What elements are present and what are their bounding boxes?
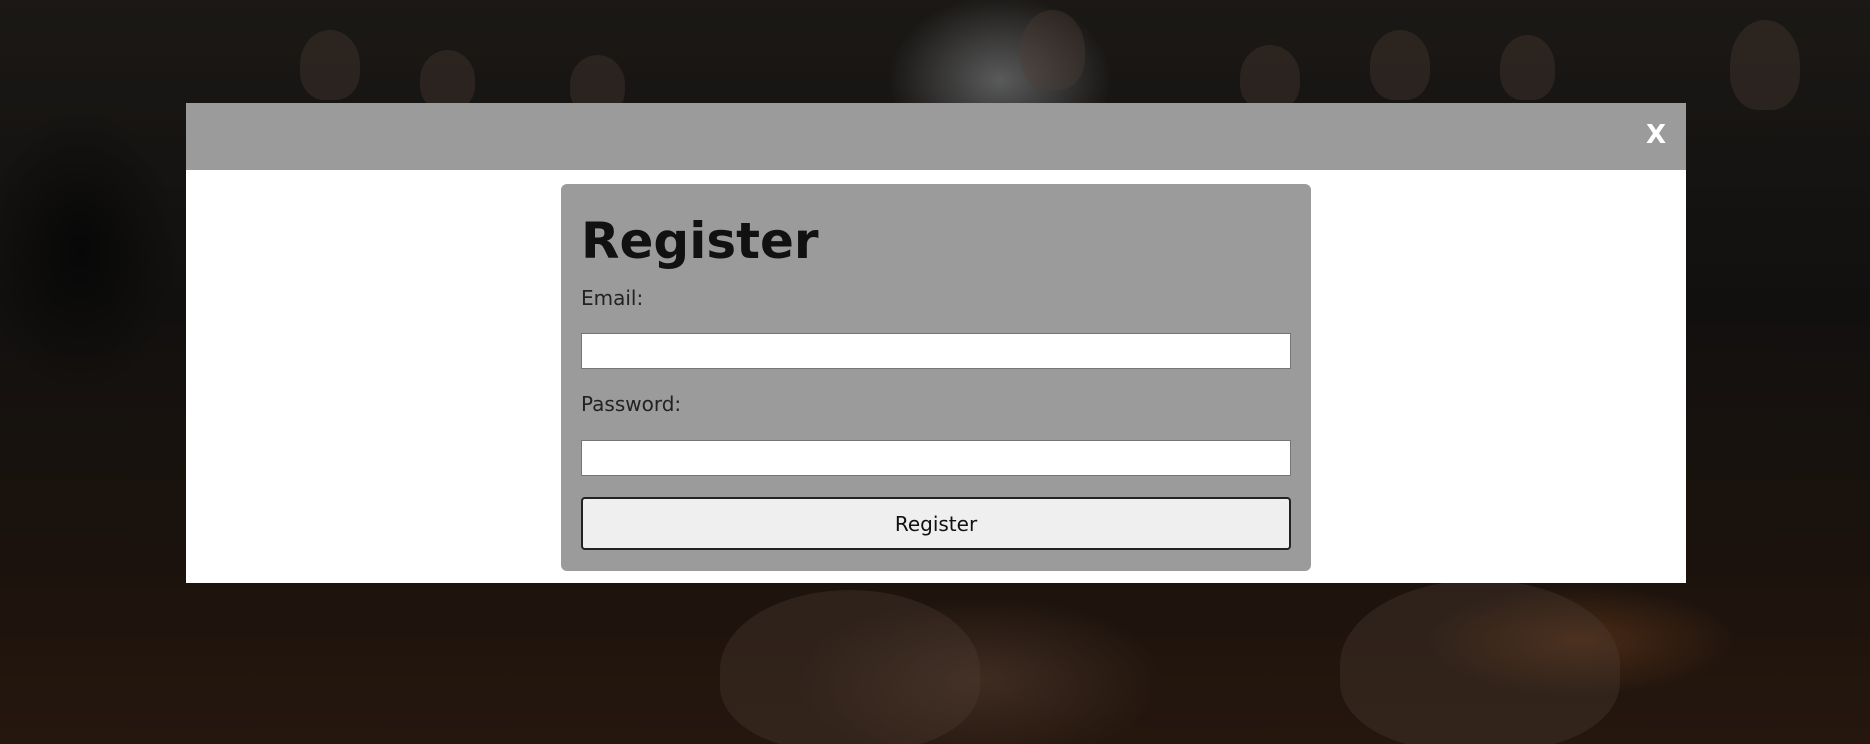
- close-button[interactable]: X: [1640, 119, 1672, 151]
- password-label: Password:: [581, 392, 682, 416]
- modal-header: X: [186, 103, 1686, 170]
- form-title: Register: [581, 212, 819, 270]
- email-field[interactable]: [581, 333, 1291, 369]
- register-modal: X Register Email: Password: Register: [186, 103, 1686, 583]
- register-form: Register Email: Password: Register: [561, 184, 1311, 571]
- password-field[interactable]: [581, 440, 1291, 476]
- email-label: Email:: [581, 286, 644, 310]
- register-button[interactable]: Register: [581, 497, 1291, 550]
- page: X Register Email: Password: Register: [0, 0, 1870, 744]
